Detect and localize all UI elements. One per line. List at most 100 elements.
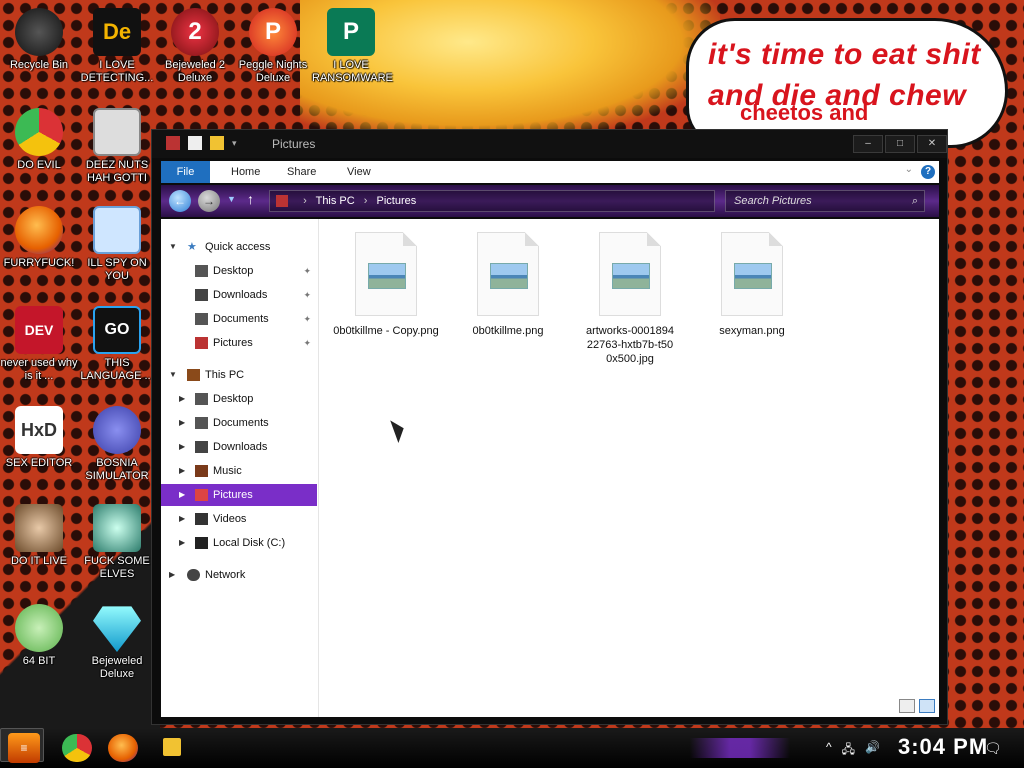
pictures-folder-icon[interactable] <box>166 136 180 150</box>
nav-qa-pictures[interactable]: Pictures ✦ <box>161 332 317 354</box>
pin-icon[interactable]: ✦ <box>303 260 311 282</box>
nav-label: Desktop <box>213 393 254 405</box>
breadcrumb-pictures[interactable]: Pictures <box>377 195 417 207</box>
customize-toolbar-icon[interactable]: ▾ <box>232 138 237 149</box>
collapsed-arrow-icon[interactable]: ▶ <box>179 532 185 554</box>
go-icon: GO <box>93 306 141 354</box>
desktop-icon-label: SEX EDITOR <box>5 457 73 469</box>
expanded-arrow-icon[interactable]: ▼ <box>169 364 177 386</box>
forward-button[interactable]: → <box>198 190 220 212</box>
mine-icon <box>93 406 141 454</box>
pin-icon[interactable]: ✦ <box>303 332 311 354</box>
collapsed-arrow-icon[interactable]: ▶ <box>179 436 185 458</box>
properties-icon[interactable] <box>188 136 202 150</box>
nav-pc-desktop[interactable]: ▶ Desktop <box>161 388 317 410</box>
expanded-arrow-icon[interactable]: ▼ <box>169 236 177 258</box>
taskbar-firefox-icon[interactable] <box>108 734 138 762</box>
desktop-icon-bejeweled[interactable]: Bejeweled Deluxe <box>78 604 156 681</box>
collapsed-arrow-icon[interactable]: ▶ <box>179 508 185 530</box>
elf-icon <box>93 504 141 552</box>
maximize-button[interactable]: □ <box>885 135 915 153</box>
recycle-bin-icon <box>15 8 63 56</box>
file-item[interactable]: sexyman.png <box>697 232 807 338</box>
desktop-icon-firefox[interactable]: FURRYFUCK! <box>0 206 78 270</box>
nav-network[interactable]: ▶ Network <box>161 564 317 586</box>
desktop-icon-64bit[interactable]: 64 BIT <box>0 604 78 668</box>
image-file-icon <box>355 232 417 316</box>
up-button[interactable]: ↑ <box>247 191 254 207</box>
desktop-icon-go[interactable]: GO THIS LANGUAGE ... <box>78 306 156 383</box>
documents-icon <box>195 417 208 429</box>
nav-label: Downloads <box>213 289 268 301</box>
desktop-icon-elves[interactable]: FUCK SOME ELVES <box>78 504 156 581</box>
nav-pc-local-disk[interactable]: ▶ Local Disk (C:) <box>161 532 317 554</box>
tab-share[interactable]: Share <box>287 161 316 183</box>
address-bar[interactable]: › This PC › Pictures <box>269 190 715 212</box>
start-button[interactable]: ≡ <box>8 733 40 763</box>
breadcrumb-separator-icon: › <box>363 195 368 207</box>
volume-icon[interactable]: 🔊 <box>865 740 880 761</box>
search-input[interactable]: Search Pictures ⌕ <box>725 190 925 212</box>
desktop-icon-bejeweled2[interactable]: 2 Bejeweled 2 Deluxe <box>156 8 234 85</box>
file-item[interactable]: 0b0tkillme.png <box>453 232 563 338</box>
nav-pc-documents[interactable]: ▶ Documents <box>161 412 317 434</box>
desktop-icon-hxd[interactable]: HxD SEX EDITOR <box>0 406 78 470</box>
desktop-icon-chrome[interactable]: DO EVIL <box>0 108 78 172</box>
tab-home[interactable]: Home <box>231 161 260 183</box>
desktop-icon-ransomware[interactable]: P I LOVE RANSOMWARE <box>312 8 393 85</box>
devcpp-icon: DEV <box>15 306 63 354</box>
collapsed-arrow-icon[interactable]: ▶ <box>179 388 185 410</box>
minimize-button[interactable]: – <box>853 135 883 153</box>
large-icons-view-icon[interactable] <box>919 699 935 713</box>
new-folder-icon[interactable] <box>210 136 224 150</box>
desktop-icon-deez[interactable]: DEEZ NUTS HAH GOTTI <box>78 108 156 185</box>
desktop-icon-detecting[interactable]: De I LOVE DETECTING... <box>78 8 156 85</box>
breadcrumb-this-pc[interactable]: This PC <box>316 195 355 207</box>
quick-access-toolbar: ▾ <box>166 136 237 150</box>
desktop-icon-label: FURRYFUCK! <box>3 257 75 269</box>
desktop-icon-label: I LOVE RANSOMWARE <box>312 59 393 84</box>
expand-ribbon-icon[interactable]: ⌄ <box>905 164 913 175</box>
desktop-icon-peggle[interactable]: P Peggle Nights Deluxe <box>234 8 312 85</box>
taskbar-chrome-icon[interactable] <box>62 734 92 762</box>
file-name: sexyman.png <box>719 325 785 337</box>
gem-icon <box>93 606 141 652</box>
details-view-icon[interactable] <box>899 699 915 713</box>
taskbar-decoration <box>690 738 790 758</box>
desktop-icon-devcpp[interactable]: DEV never used why is it ... <box>0 306 78 383</box>
desktop-icon-bosnia[interactable]: BOSNIA SIMULATOR <box>78 406 156 483</box>
nav-pc-pictures[interactable]: ▶ Pictures <box>161 484 317 506</box>
nav-pc-videos[interactable]: ▶ Videos <box>161 508 317 530</box>
close-button[interactable]: ✕ <box>917 135 947 153</box>
nav-label: Downloads <box>213 441 268 453</box>
nav-pc-music[interactable]: ▶ Music <box>161 460 317 482</box>
pin-icon[interactable]: ✦ <box>303 308 311 330</box>
pin-icon[interactable]: ✦ <box>303 284 311 306</box>
nav-pc-downloads[interactable]: ▶ Downloads <box>161 436 317 458</box>
help-icon[interactable]: ? <box>921 165 935 179</box>
tab-view[interactable]: View <box>347 161 371 183</box>
nav-this-pc[interactable]: ▼ This PC <box>161 364 317 386</box>
collapsed-arrow-icon[interactable]: ▶ <box>169 564 175 586</box>
clock[interactable]: 3:04 PM <box>898 734 988 760</box>
notifications-icon[interactable]: 🗨 <box>984 740 1002 757</box>
title-bar[interactable]: ▾ Pictures – □ ✕ <box>152 130 947 158</box>
desktop-icon-recycle-bin[interactable]: Recycle Bin <box>0 8 78 72</box>
desktop-icon-doitlive[interactable]: DO IT LIVE <box>0 504 78 568</box>
nav-qa-downloads[interactable]: Downloads ✦ <box>161 284 317 306</box>
file-item[interactable]: 0b0tkillme - Copy.png <box>331 232 441 338</box>
network-icon <box>187 569 200 581</box>
file-item[interactable]: artworks-000189422763-hxtb7b-t500x500.jp… <box>575 232 685 366</box>
nav-qa-documents[interactable]: Documents ✦ <box>161 308 317 330</box>
show-hidden-icons-icon[interactable]: ^ <box>826 740 832 761</box>
collapsed-arrow-icon[interactable]: ▶ <box>179 484 185 506</box>
nav-quick-access[interactable]: ▼ ★ Quick access <box>161 236 317 258</box>
network-tray-icon[interactable]: 🖧 <box>842 740 855 761</box>
collapsed-arrow-icon[interactable]: ▶ <box>179 412 185 434</box>
desktop-icon-spy[interactable]: ILL SPY ON YOU <box>78 206 156 283</box>
recent-locations-icon[interactable]: ▼ <box>227 194 236 204</box>
collapsed-arrow-icon[interactable]: ▶ <box>179 460 185 482</box>
tab-file[interactable]: File <box>161 161 210 183</box>
back-button[interactable]: ← <box>169 190 191 212</box>
nav-qa-desktop[interactable]: Desktop ✦ <box>161 260 317 282</box>
